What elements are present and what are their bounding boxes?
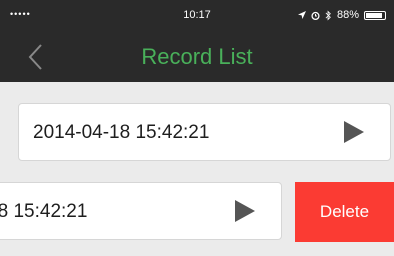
status-icons: 88% <box>297 9 386 21</box>
record-row[interactable]: 2014-04-18 15:42:21 <box>18 103 391 161</box>
delete-button[interactable]: Delete <box>295 182 394 242</box>
battery-icon <box>364 10 386 20</box>
status-bar: ••••• 10:17 88% <box>0 0 394 32</box>
location-arrow-icon <box>297 11 306 19</box>
navigation-bar: Record List <box>0 32 394 82</box>
record-datetime: 2014-04-18 15:42:21 <box>0 201 88 222</box>
record-row-swiped[interactable]: 2014-04-18 15:42:21 <box>0 182 282 240</box>
play-icon[interactable] <box>234 199 256 223</box>
swiped-row-clip: 2014-04-18 15:42:21 <box>0 182 282 240</box>
play-icon[interactable] <box>343 120 365 144</box>
page-title: Record List <box>141 44 253 69</box>
record-datetime: 2014-04-18 15:42:21 <box>33 122 210 143</box>
bluetooth-icon <box>325 10 331 20</box>
alarm-icon <box>311 11 320 20</box>
battery-percentage: 88% <box>336 9 359 21</box>
